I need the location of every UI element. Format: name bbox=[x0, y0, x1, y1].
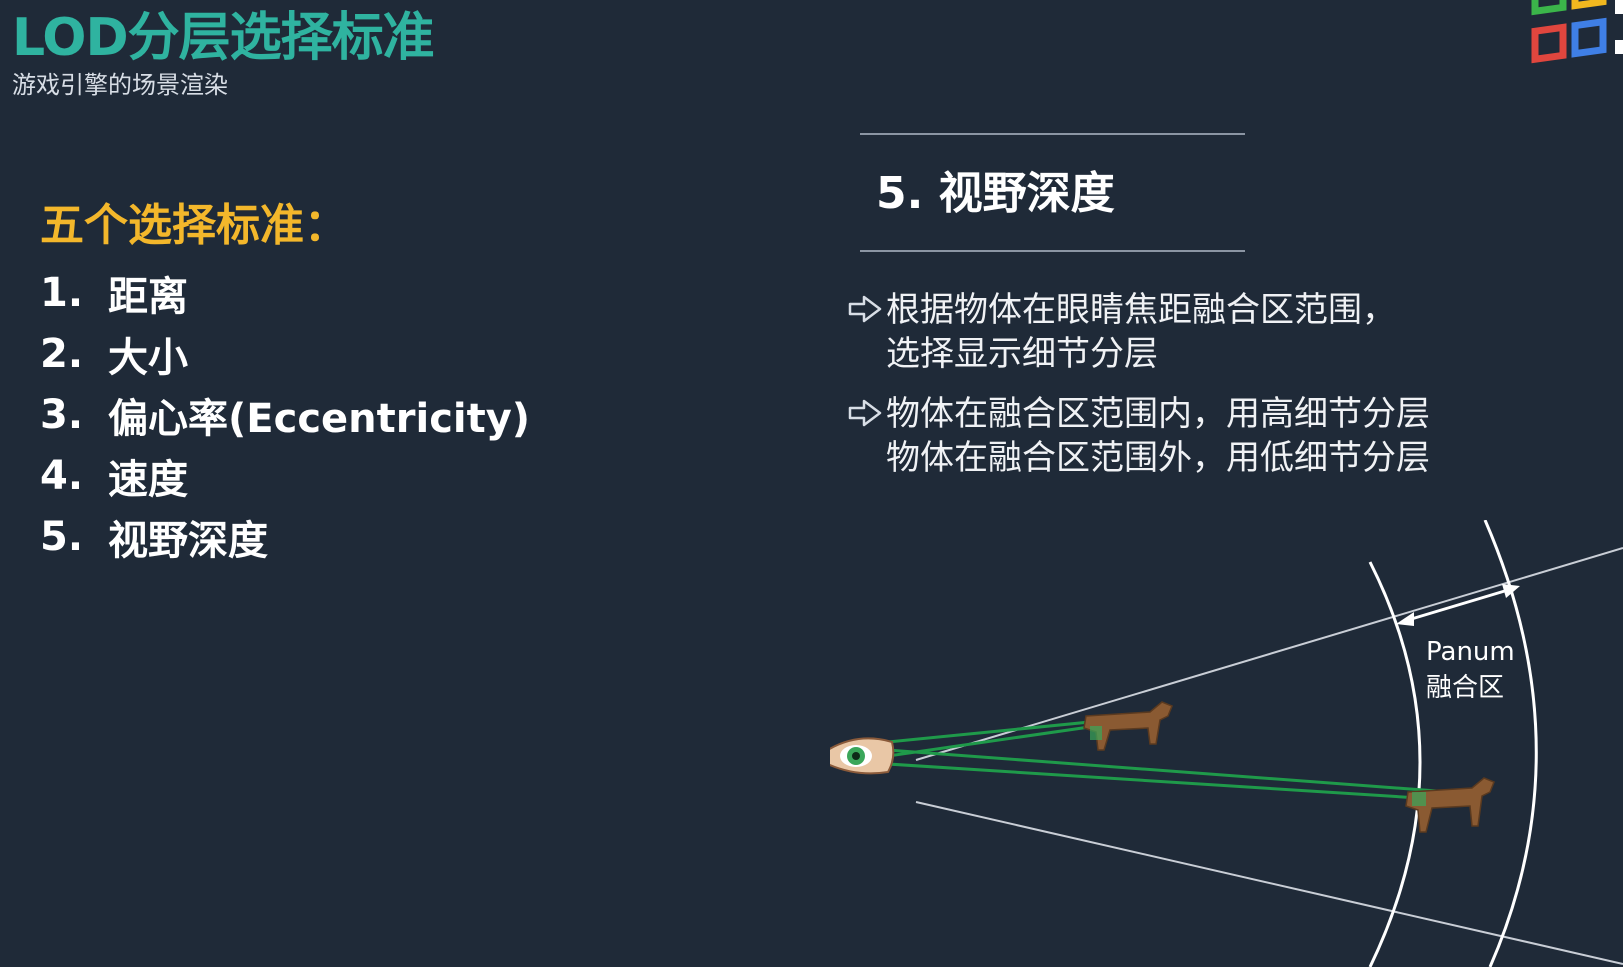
criteria-label: 距离 bbox=[108, 273, 188, 320]
bullet-line: 物体在融合区范围外，用低细节分层 bbox=[886, 438, 1430, 478]
bullet-text: 根据物体在眼睛焦距融合区范围， 选择显示细节分层 bbox=[886, 288, 1396, 376]
panum-label-line2: 融合区 bbox=[1426, 673, 1504, 703]
criteria-item: 5. 视野深度 bbox=[40, 506, 530, 567]
bullet-line: 根据物体在眼睛焦距融合区范围， bbox=[886, 290, 1396, 330]
arrow-right-icon bbox=[848, 295, 882, 323]
section-rule-top bbox=[860, 133, 1245, 135]
criteria-item: 3. 偏心率(Eccentricity) bbox=[40, 384, 530, 445]
sight-line-far bbox=[887, 748, 1451, 802]
view-boundary-lower bbox=[915, 801, 1623, 965]
criteria-number: 1. bbox=[40, 269, 84, 316]
criteria-label: 偏心率(Eccentricity) bbox=[108, 395, 531, 442]
criteria-item: 4. 速度 bbox=[40, 445, 530, 506]
brand-logo-icon bbox=[1531, 0, 1623, 64]
eye-icon bbox=[830, 737, 895, 775]
criteria-number: 5. bbox=[40, 513, 84, 560]
arrow-right-icon bbox=[848, 399, 882, 427]
criteria-heading: 五个选择标准： bbox=[40, 200, 348, 251]
arrow-head-right-icon bbox=[1502, 584, 1520, 598]
criteria-item: 2. 大小 bbox=[40, 323, 530, 384]
panum-label-line1: Panum bbox=[1426, 637, 1515, 667]
slide-title: LOD分层选择标准 bbox=[12, 8, 435, 68]
criteria-label: 视野深度 bbox=[108, 517, 268, 564]
criteria-list: 1. 距离 2. 大小 3. 偏心率(Eccentricity) 4. 速度 5… bbox=[40, 262, 530, 567]
cow-near-icon bbox=[1083, 701, 1173, 751]
criteria-number: 3. bbox=[40, 391, 84, 438]
criteria-label: 速度 bbox=[108, 456, 188, 503]
bullet-item: 物体在融合区范围内，用高细节分层 物体在融合区范围外，用低细节分层 bbox=[846, 392, 1430, 480]
section-rule-bottom bbox=[860, 250, 1245, 252]
bullet-item: 根据物体在眼睛焦距融合区范围， 选择显示细节分层 bbox=[846, 288, 1396, 376]
panum-fusion-diagram: Panum 融合区 bbox=[830, 520, 1623, 967]
bullet-line: 物体在融合区范围内，用高细节分层 bbox=[886, 394, 1430, 434]
bullet-line: 选择显示细节分层 bbox=[886, 334, 1158, 374]
criteria-number: 4. bbox=[40, 452, 84, 499]
criteria-number: 2. bbox=[40, 330, 84, 377]
sight-line-near bbox=[887, 718, 1111, 758]
section-title: 5. 视野深度 bbox=[876, 168, 1115, 219]
criteria-label: 大小 bbox=[108, 334, 188, 381]
fusion-width-arrow bbox=[1407, 588, 1509, 622]
criteria-item: 1. 距离 bbox=[40, 262, 530, 323]
slide-subtitle: 游戏引擎的场景渲染 bbox=[12, 71, 228, 99]
bullet-text: 物体在融合区范围内，用高细节分层 物体在融合区范围外，用低细节分层 bbox=[886, 392, 1430, 480]
